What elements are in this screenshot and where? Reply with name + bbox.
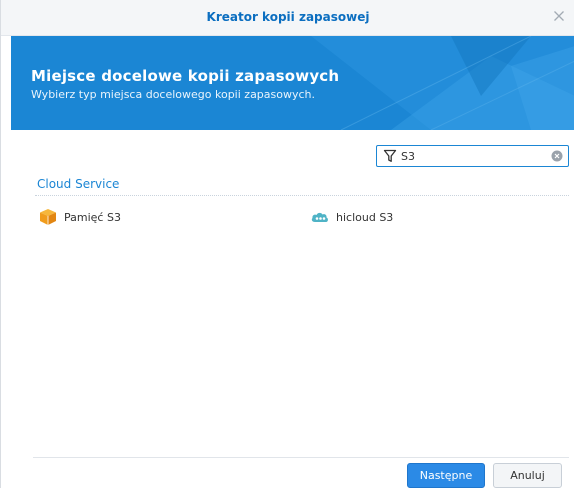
section-divider xyxy=(35,195,569,196)
amazon-s3-icon xyxy=(40,209,56,225)
header-banner: Miejsce docelowe kopii zapasowych Wybier… xyxy=(11,36,574,130)
filter-search-box[interactable] xyxy=(376,145,569,167)
destination-amazon-s3[interactable]: Pamięć S3 xyxy=(38,207,121,227)
section-title-cloud-service: Cloud Service xyxy=(37,177,120,191)
banner-subheading: Wybierz typ miejsca docelowego kopii zap… xyxy=(31,88,316,101)
title-bar: Kreator kopii zapasowej xyxy=(1,0,574,36)
filter-input[interactable] xyxy=(401,148,541,164)
window-title: Kreator kopii zapasowej xyxy=(206,10,370,24)
destination-hicloud-s3[interactable]: hicloud S3 xyxy=(310,207,393,227)
banner-heading: Miejsce docelowe kopii zapasowych xyxy=(31,67,340,85)
destination-label: Pamięć S3 xyxy=(64,210,121,224)
footer-divider xyxy=(33,457,569,458)
destination-label: hicloud S3 xyxy=(336,210,394,224)
next-button[interactable]: Następne xyxy=(407,463,485,488)
filter-icon xyxy=(383,149,397,162)
hicloud-icon xyxy=(311,212,328,222)
close-icon[interactable] xyxy=(551,8,567,24)
cancel-button[interactable]: Anuluj xyxy=(493,463,562,488)
backup-wizard-window: Kreator kopii zapasowej Miejsce docelowe… xyxy=(0,0,574,488)
clear-icon[interactable] xyxy=(551,150,563,162)
